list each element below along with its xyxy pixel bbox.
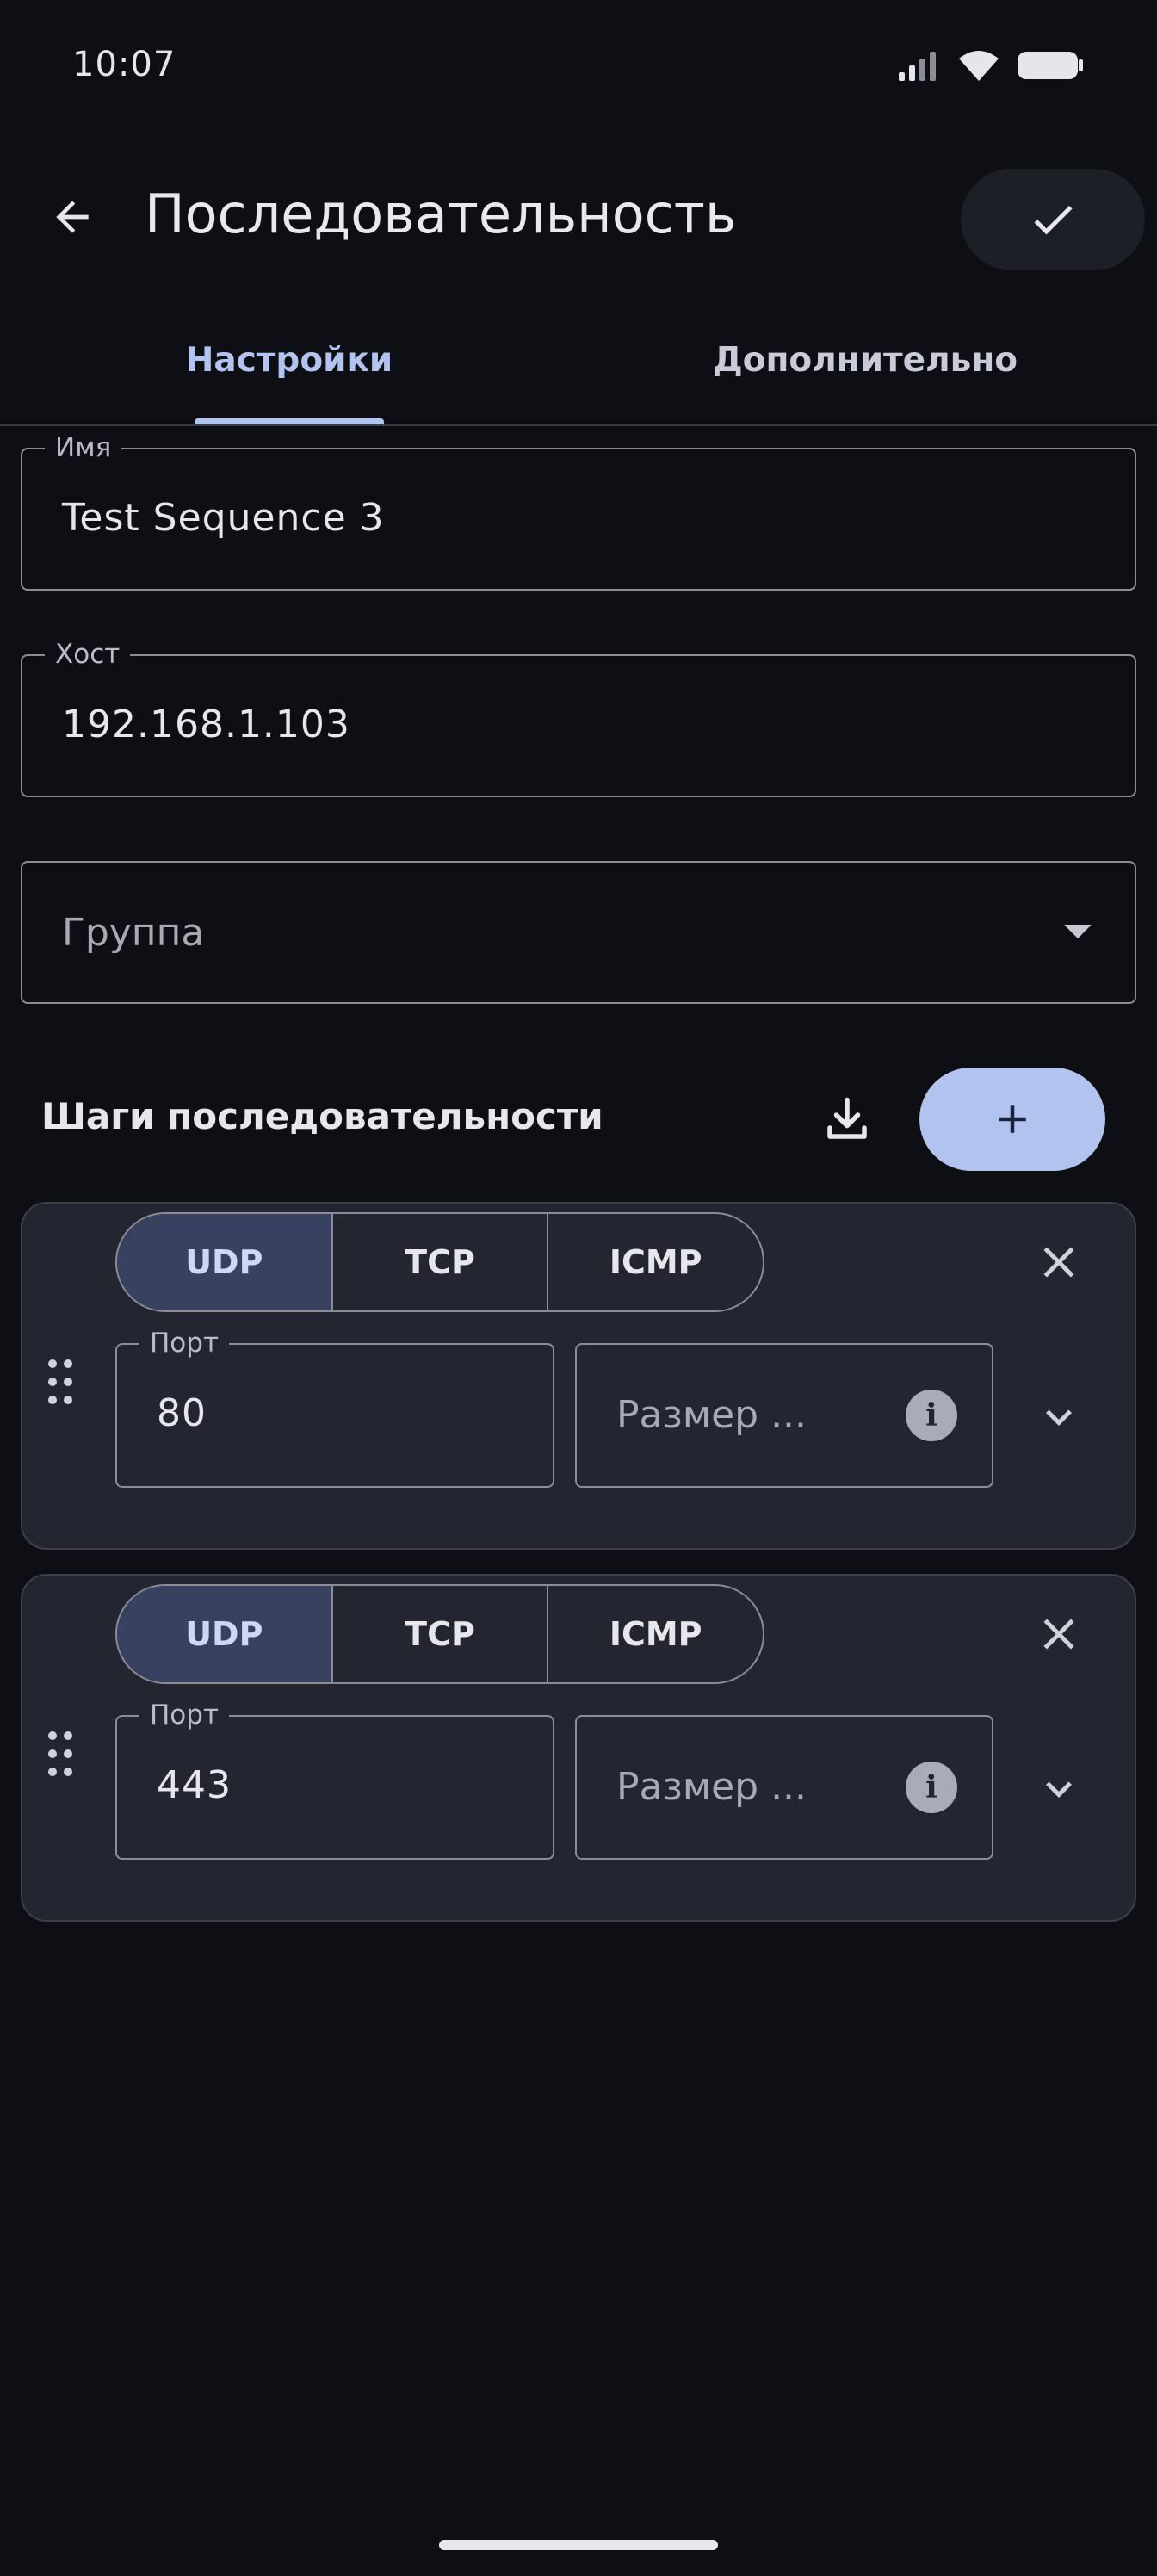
arrow-back-icon	[56, 201, 89, 233]
protocol-tcp-segment[interactable]: TCP	[333, 1214, 549, 1310]
protocol-selector: UDP TCP ICMP	[115, 1584, 764, 1684]
info-icon[interactable]: i	[906, 1762, 957, 1813]
remove-step-button[interactable]	[1026, 1601, 1092, 1667]
download-icon	[827, 1097, 867, 1139]
protocol-selector: UDP TCP ICMP	[115, 1212, 764, 1312]
step-card: UDP TCP ICMP Порт 443 Размер ... i	[21, 1574, 1136, 1922]
page-title: Последовательность	[145, 183, 737, 245]
dropdown-arrow-icon	[1064, 925, 1092, 938]
back-button[interactable]	[34, 179, 110, 255]
protocol-udp-segment[interactable]: UDP	[117, 1586, 333, 1682]
save-button[interactable]	[961, 169, 1145, 270]
port-field[interactable]: Порт 80	[115, 1328, 554, 1488]
protocol-tcp-segment[interactable]: TCP	[333, 1586, 549, 1682]
port-field-value: 80	[157, 1391, 207, 1435]
protocol-icmp-segment[interactable]: ICMP	[548, 1586, 763, 1682]
name-field-value: Test Sequence 3	[62, 496, 385, 540]
steps-title: Шаги последовательности	[41, 1095, 603, 1137]
close-icon	[1043, 1247, 1074, 1278]
tab-settings[interactable]: Настройки	[121, 341, 458, 380]
info-icon[interactable]: i	[906, 1390, 957, 1441]
protocol-udp-segment[interactable]: UDP	[117, 1214, 333, 1310]
size-field-placeholder: Размер ...	[616, 1393, 807, 1437]
port-field-label: Порт	[139, 1700, 230, 1731]
port-field-value: 443	[157, 1763, 232, 1807]
status-icons	[897, 48, 1085, 83]
port-field-label: Порт	[139, 1328, 230, 1359]
wifi-icon	[959, 51, 999, 81]
name-field[interactable]: Имя Test Sequence 3	[21, 432, 1136, 591]
add-step-button[interactable]	[919, 1068, 1105, 1171]
expand-step-button[interactable]	[1026, 1756, 1092, 1822]
close-icon	[1043, 1619, 1074, 1650]
step-card: UDP TCP ICMP Порт 80 Размер ... i	[21, 1202, 1136, 1550]
size-field-placeholder: Размер ...	[616, 1765, 807, 1809]
name-field-label: Имя	[45, 432, 122, 463]
chevron-down-icon	[1046, 1781, 1072, 1798]
host-field-label: Хост	[45, 639, 131, 670]
drag-handle-icon[interactable]	[46, 1731, 74, 1777]
host-field[interactable]: Хост 192.168.1.103	[21, 639, 1136, 797]
home-indicator[interactable]	[439, 2540, 718, 2550]
size-field[interactable]: Размер ... i	[575, 1715, 993, 1860]
protocol-icmp-segment[interactable]: ICMP	[548, 1214, 763, 1310]
import-button[interactable]	[809, 1081, 885, 1157]
chevron-down-icon	[1046, 1409, 1072, 1426]
sequence-editor-screen: 10:07 Последовательность Настройки Допол…	[0, 0, 1157, 2576]
size-field[interactable]: Размер ... i	[575, 1343, 993, 1488]
plus-icon	[999, 1105, 1026, 1133]
status-time: 10:07	[72, 45, 176, 84]
signal-icon	[899, 52, 936, 81]
host-field-value: 192.168.1.103	[62, 703, 350, 746]
drag-handle-icon[interactable]	[46, 1359, 74, 1405]
group-dropdown[interactable]: Группа	[21, 861, 1136, 1004]
tab-advanced[interactable]: Дополнительно	[680, 341, 1050, 380]
port-field[interactable]: Порт 443	[115, 1700, 554, 1860]
expand-step-button[interactable]	[1026, 1384, 1092, 1450]
tab-divider	[0, 424, 1157, 426]
group-dropdown-placeholder: Группа	[62, 911, 205, 955]
battery-icon	[1018, 52, 1083, 79]
check-icon	[1034, 205, 1073, 235]
remove-step-button[interactable]	[1026, 1229, 1092, 1295]
